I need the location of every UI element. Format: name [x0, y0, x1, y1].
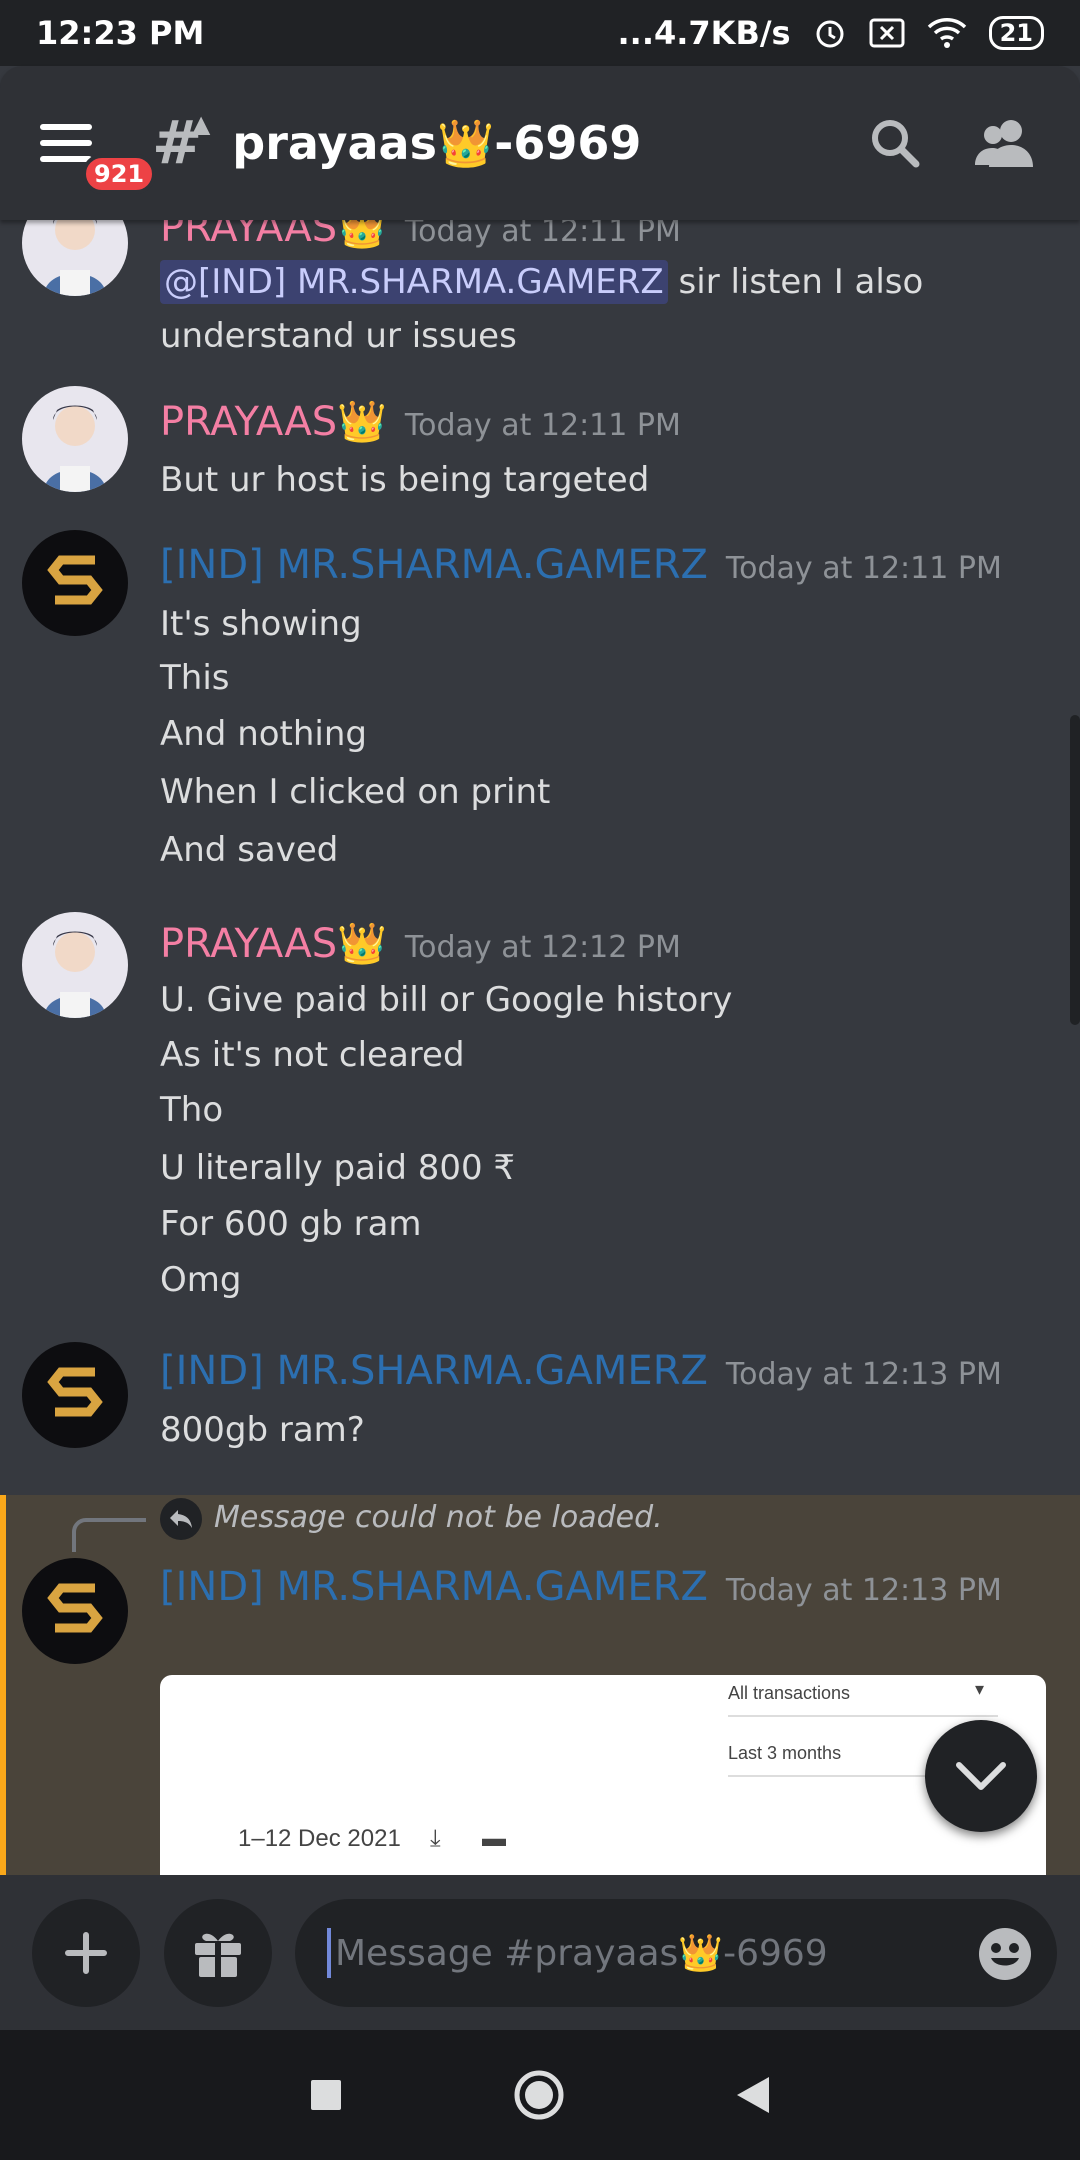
message-line: But ur host is being targeted: [160, 460, 650, 500]
s-logo-icon: [47, 555, 103, 605]
embed-range: Last 3 months: [728, 1743, 842, 1763]
user-mention[interactable]: @[IND] MR.SHARMA.GAMERZ: [160, 260, 668, 304]
message-line: When I clicked on print: [160, 772, 551, 812]
message-time: Today at 12:11 PM: [404, 220, 681, 249]
download-icon: ⤓: [430, 1825, 441, 1852]
embed-dates: 1–12 Dec 2021: [238, 1825, 401, 1852]
gift-icon: [195, 1933, 241, 1979]
gift-button[interactable]: [164, 1899, 272, 2007]
message-line: As it's not cleared: [160, 1035, 465, 1075]
message-text: sir listen I also: [678, 262, 924, 302]
reply-icon: [160, 1498, 202, 1540]
text-caret: [327, 1928, 331, 1978]
add-attachment-button[interactable]: [32, 1899, 140, 2007]
image-attachment[interactable]: All transactions ▾ Last 3 months 1–12 De…: [160, 1675, 1046, 1875]
message-line: And saved: [160, 830, 339, 870]
menu-icon-bar: [40, 140, 92, 146]
message-author[interactable]: PRAYAAS👑 Today at 12:12 PM: [160, 920, 681, 967]
message-line: For 600 gb ram: [160, 1204, 422, 1244]
message-time: Today at 12:12 PM: [404, 930, 681, 965]
scrollbar[interactable]: [1070, 715, 1080, 1025]
print-icon: ▬: [482, 1825, 506, 1852]
menu-icon: [40, 124, 92, 130]
highlight-bar: [0, 1495, 6, 1875]
message-line: It's showing: [160, 604, 362, 644]
reply-connector: [72, 1518, 146, 1552]
reply-preview[interactable]: Message could not be loaded.: [214, 1500, 663, 1535]
author-name[interactable]: PRAYAAS👑: [160, 921, 387, 967]
avatar[interactable]: [22, 386, 128, 492]
nav-back-icon[interactable]: [735, 2075, 771, 2115]
message-placeholder: Message #prayaas👑-6969: [335, 1933, 828, 1974]
search-button[interactable]: [860, 108, 930, 178]
message-author[interactable]: PRAYAAS👑 Today at 12:11 PM: [160, 398, 681, 445]
message-author[interactable]: [IND] MR.SHARMA.GAMERZ Today at 12:11 PM: [160, 542, 1002, 588]
message-input[interactable]: Message #prayaas👑-6969: [295, 1899, 1057, 2007]
alarm-icon: [816, 20, 844, 48]
avatar[interactable]: [22, 530, 128, 636]
message-author[interactable]: [IND] MR.SHARMA.GAMERZ Today at 12:13 PM: [160, 1564, 1002, 1610]
unread-badge: 921: [82, 154, 157, 194]
message-composer: Message #prayaas👑-6969: [0, 1875, 1080, 2030]
network-speed: ...4.7KB/s: [617, 14, 791, 52]
message-author[interactable]: [IND] MR.SHARMA.GAMERZ Today at 12:13 PM: [160, 1348, 1002, 1394]
message-line: U literally paid 800 ₹: [160, 1148, 516, 1188]
message-line: understand ur issues: [160, 316, 517, 356]
status-icons: ...4.7KB/s 21: [618, 14, 1044, 52]
author-name[interactable]: [IND] MR.SHARMA.GAMERZ: [160, 542, 708, 588]
nav-square-icon[interactable]: [309, 2078, 343, 2112]
menu-icon-bar: [40, 156, 92, 162]
avatar[interactable]: [22, 1342, 128, 1448]
search-icon: [872, 120, 920, 168]
message-author[interactable]: PRAYAAS👑 Today at 12:11 PM: [160, 220, 681, 251]
nav-home-icon[interactable]: [513, 2069, 565, 2121]
jump-to-bottom-button[interactable]: [925, 1720, 1037, 1832]
avatar[interactable]: [22, 912, 128, 1018]
s-logo-icon: [47, 1367, 103, 1417]
message-line: This: [160, 658, 230, 698]
message-line: Tho: [160, 1090, 224, 1130]
author-name[interactable]: PRAYAAS👑: [160, 220, 387, 251]
chevron-down-icon: [956, 1762, 1006, 1790]
battery-indicator: 21: [988, 16, 1044, 50]
message-line: And nothing: [160, 714, 368, 754]
plus-icon: [65, 1932, 107, 1974]
status-bar: 12:23 PM ...4.7KB/s 21: [0, 0, 1080, 66]
channel-header: 921 # ▲ prayaas👑-6969: [0, 66, 1080, 220]
system-nav-bar: [0, 2030, 1080, 2160]
wifi-icon: [927, 18, 966, 48]
no-sim-icon: [869, 18, 905, 48]
members-icon: [975, 120, 1033, 167]
embed-dropdown-icon: ▾: [975, 1679, 985, 1699]
channel-title: prayaas👑-6969: [232, 115, 642, 170]
message-list[interactable]: PRAYAAS👑 Today at 12:11 PM @[IND] MR.SHAR…: [0, 220, 1080, 1875]
menu-button[interactable]: 921: [40, 108, 157, 194]
members-button[interactable]: [970, 108, 1040, 178]
channel-hash-lock-icon: # ▲: [152, 108, 211, 178]
emoji-icon[interactable]: [977, 1926, 1033, 1982]
message-line: @[IND] MR.SHARMA.GAMERZ sir listen I als…: [160, 260, 924, 304]
message-line: 800gb ram?: [160, 1410, 365, 1450]
message-time: Today at 12:13 PM: [725, 1357, 1002, 1392]
lock-icon: ▲: [191, 110, 211, 138]
avatar[interactable]: [22, 220, 128, 296]
s-logo-icon: [47, 1583, 103, 1633]
author-name[interactable]: [IND] MR.SHARMA.GAMERZ: [160, 1348, 708, 1394]
message-time: Today at 12:13 PM: [725, 1573, 1002, 1608]
message-time: Today at 12:11 PM: [725, 551, 1002, 586]
author-name[interactable]: [IND] MR.SHARMA.GAMERZ: [160, 1564, 708, 1610]
status-time: 12:23 PM: [36, 14, 205, 52]
author-name[interactable]: PRAYAAS👑: [160, 399, 387, 445]
embed-filter: All transactions: [728, 1683, 851, 1703]
message-line: U. Give paid bill or Google history: [160, 980, 733, 1020]
message-line: Omg: [160, 1260, 242, 1300]
avatar[interactable]: [22, 1558, 128, 1664]
message-time: Today at 12:11 PM: [404, 408, 681, 443]
embed-divider: [728, 1715, 998, 1717]
